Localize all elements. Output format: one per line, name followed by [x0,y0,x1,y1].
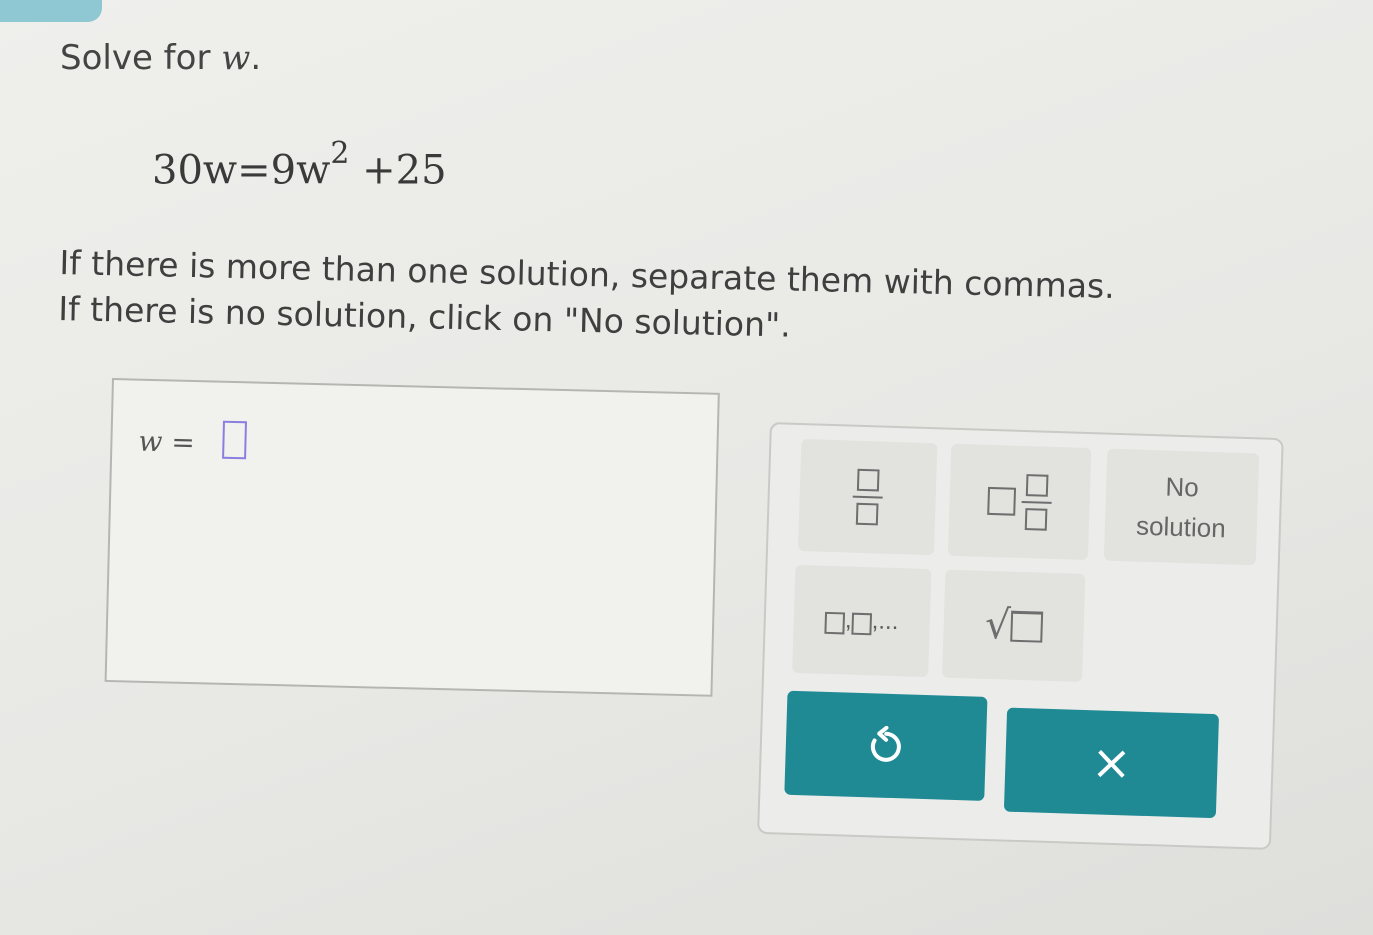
list-icon: ,,... [824,606,899,636]
fraction-icon [852,468,884,526]
square-root-icon: √ [984,601,1043,649]
list-button[interactable]: ,,... [792,564,932,678]
mixed-number-button[interactable] [947,443,1092,561]
undo-icon [870,725,901,762]
math-keypad: No solution ,,... √ × [757,422,1284,850]
square-root-button[interactable]: √ [942,569,1086,682]
mixed-number-icon [987,473,1053,531]
fraction-button[interactable] [797,438,938,556]
equation: 30w=9w2 +25 [152,136,447,194]
top-tab[interactable] [0,0,102,22]
answer-input[interactable] [222,420,247,460]
instructions: If there is more than one solution, sepa… [58,240,1115,356]
page: Solve for w. 30w=9w2 +25 If there is mor… [0,0,1373,935]
no-solution-label-2: solution [1135,510,1227,544]
list-suffix: ,... [871,607,899,636]
equation-exponent: 2 [330,136,350,171]
sqrt-symbol: √ [984,601,1012,649]
answer-equals: = [170,425,196,460]
problem-prompt: Solve for w. [60,38,261,78]
prompt-var: w [221,38,251,78]
equation-equals: = [237,147,271,194]
prompt-end: . [250,38,262,78]
equation-rhs-rest: +25 [362,147,447,194]
no-solution-button[interactable]: No solution [1103,448,1260,566]
equation-rhs-coef: 9w [270,147,331,194]
equation-lhs: 30w [152,147,238,194]
answer-box: w = [104,378,720,697]
no-solution-label-1: No [1165,471,1200,503]
undo-button[interactable] [784,690,988,801]
answer-var: w [138,424,163,459]
clear-button[interactable]: × [1003,707,1220,819]
prompt-text: Solve for [60,38,222,78]
close-icon: × [1090,734,1133,792]
answer-label: w = [138,425,195,459]
